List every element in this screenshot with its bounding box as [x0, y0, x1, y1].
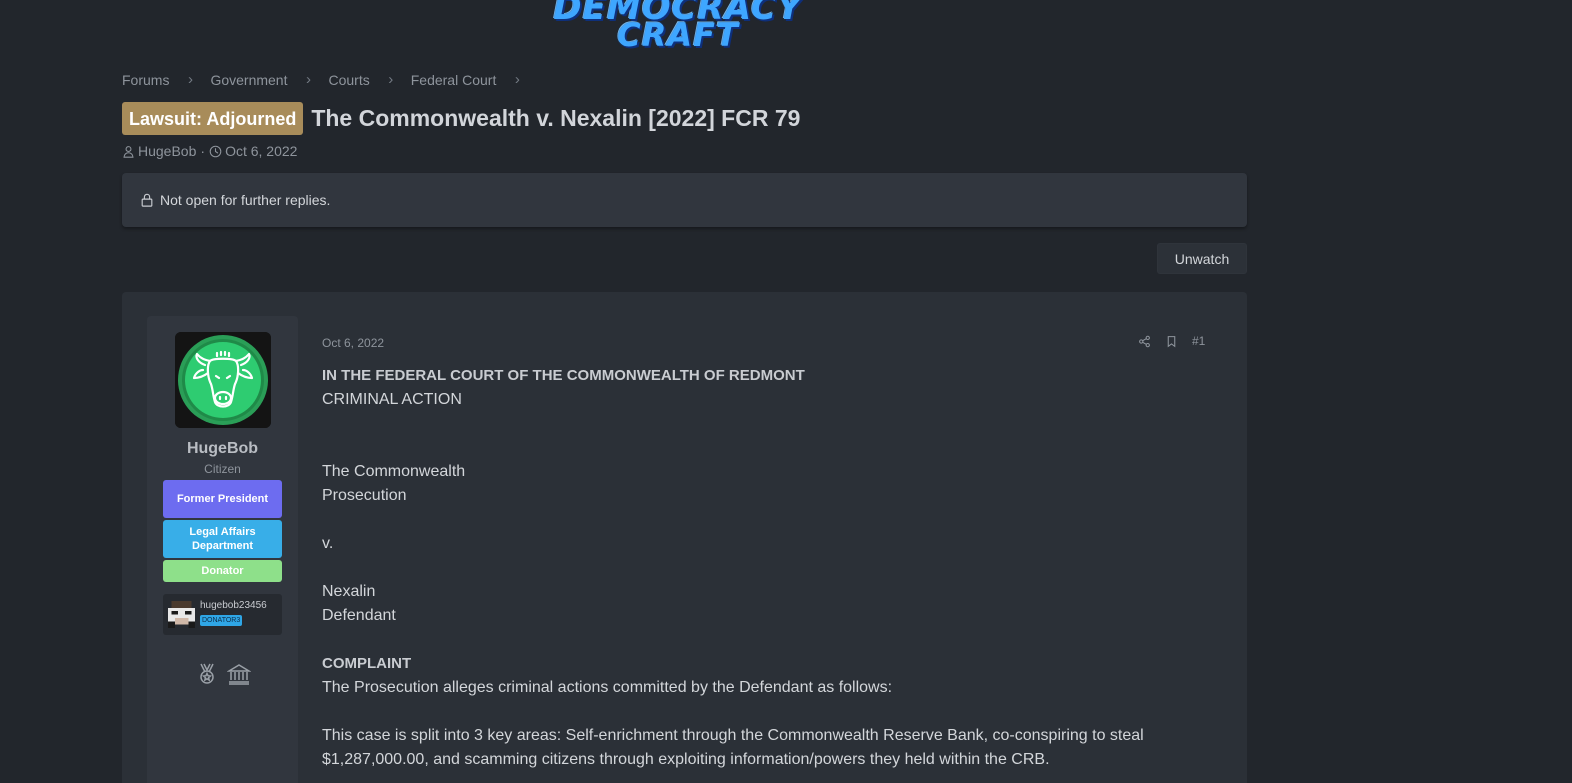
post-number-link[interactable]: #1 [1192, 334, 1205, 348]
notice-text: Not open for further replies. [160, 192, 331, 208]
complaint-body-line2: $1,287,000.00, and scamming citizens thr… [322, 751, 1050, 768]
minecraft-rank-badge: DONATOR3 [200, 615, 243, 626]
chevron-right-icon: › [514, 71, 520, 88]
post-actions: #1 [1138, 334, 1205, 348]
defendant-role: Defendant [322, 607, 396, 624]
thread-date-link[interactable]: Oct 6, 2022 [225, 143, 297, 159]
avatar[interactable] [175, 332, 271, 428]
breadcrumb-government[interactable]: Government [210, 72, 287, 88]
breadcrumb-courts[interactable]: Courts [329, 72, 370, 88]
user-banner-legal-affairs: Legal Affairs Department [163, 520, 282, 558]
post-username[interactable]: HugeBob [147, 440, 298, 458]
medal-icon[interactable] [195, 662, 219, 686]
thread-meta: HugeBob · Oct 6, 2022 [122, 143, 297, 159]
meta-separator: · [200, 143, 206, 159]
logo-line2: CRAFT [617, 16, 739, 54]
thread-title-row: Lawsuit: Adjourned The Commonwealth v. N… [122, 102, 800, 135]
user-banner-donator: Donator [163, 560, 282, 582]
post-user-panel: HugeBob Citizen Former President Legal A… [147, 316, 298, 783]
clock-icon [209, 145, 222, 157]
chevron-right-icon: › [306, 71, 311, 88]
minecraft-profile-box: hugebob23456 DONATOR3 [163, 594, 282, 635]
complaint-body-line1: This case is split into 3 key areas: Sel… [322, 727, 1144, 744]
minecraft-username: hugebob23456 [200, 600, 267, 611]
action-type: CRIMINAL ACTION [322, 391, 462, 408]
breadcrumb: Forums › Government › Courts › Federal C… [122, 71, 537, 88]
versus-text: v. [322, 535, 334, 552]
share-icon[interactable] [1138, 335, 1151, 348]
complaint-intro: The Prosecution alleges criminal actions… [322, 679, 893, 696]
page-title: The Commonwealth v. Nexalin [2022] FCR 7… [311, 105, 801, 131]
chevron-right-icon: › [187, 71, 193, 88]
cow-avatar-image [175, 332, 271, 428]
post-content: IN THE FEDERAL COURT OF THE COMMONWEALTH… [322, 364, 1202, 772]
thread-author-link[interactable]: HugeBob [138, 143, 196, 159]
minecraft-head-icon [168, 601, 195, 628]
bookmark-icon[interactable] [1165, 335, 1178, 348]
site-logo[interactable]: DEMOCRACY CRAFT [540, 0, 816, 54]
post: HugeBob Citizen Former President Legal A… [122, 292, 1247, 783]
lock-icon [141, 193, 153, 207]
government-building-icon[interactable] [227, 662, 251, 686]
breadcrumb-forums[interactable]: Forums [122, 72, 169, 88]
complaint-heading: COMPLAINT [322, 655, 412, 672]
plaintiff-role: Prosecution [322, 487, 407, 504]
thread-locked-notice: Not open for further replies. [122, 173, 1247, 227]
user-icon [123, 145, 134, 158]
chevron-right-icon: › [388, 71, 394, 88]
user-banner-former-president: Former President [163, 480, 282, 518]
plaintiff-name: The Commonwealth [322, 463, 466, 480]
post-date[interactable]: Oct 6, 2022 [322, 336, 384, 350]
court-heading: IN THE FEDERAL COURT OF THE COMMONWEALTH… [322, 367, 805, 384]
breadcrumb-federal-court[interactable]: Federal Court [411, 72, 497, 88]
thread-prefix-label[interactable]: Lawsuit: Adjourned [122, 102, 304, 135]
post-user-title: Citizen [204, 462, 241, 476]
defendant-name: Nexalin [322, 583, 376, 600]
unwatch-button[interactable]: Unwatch [1157, 243, 1247, 274]
